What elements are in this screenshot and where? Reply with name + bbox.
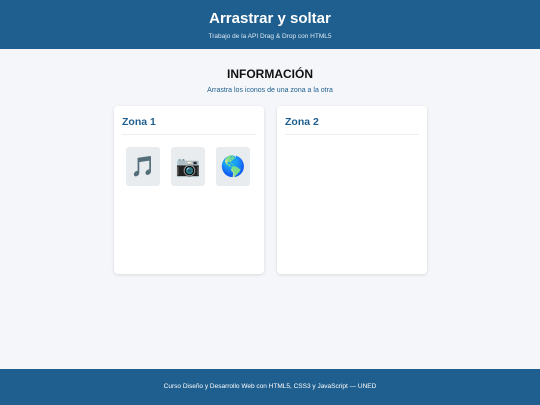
app-subtitle: Trabajo de la API Drag & Drop con HTML5: [208, 33, 332, 40]
globe-icon[interactable]: 🌎: [216, 147, 250, 186]
section-heading: INFORMACIÓN: [227, 67, 313, 81]
page-header: Arrastrar y soltar Trabajo de la API Dra…: [0, 0, 540, 49]
zone-1-title: Zona 1: [122, 116, 256, 135]
footer-text: Curso Diseño y Desarrollo Web con HTML5,…: [163, 383, 377, 390]
drop-zone-1[interactable]: Zona 1 🎵 📷 🌎: [114, 106, 264, 274]
musical-note-icon[interactable]: 🎵: [126, 147, 160, 186]
drop-zone-2[interactable]: Zona 2: [277, 106, 427, 274]
zone-2-title: Zona 2: [285, 116, 419, 135]
app-title: Arrastrar y soltar: [209, 10, 331, 27]
camera-icon[interactable]: 📷: [171, 147, 205, 186]
instruction-text: Arrastra los iconos de una zona a la otr…: [207, 87, 333, 94]
page-footer: Curso Diseño y Desarrollo Web con HTML5,…: [0, 369, 540, 405]
intro-section: INFORMACIÓN Arrastra los iconos de una z…: [0, 67, 540, 94]
